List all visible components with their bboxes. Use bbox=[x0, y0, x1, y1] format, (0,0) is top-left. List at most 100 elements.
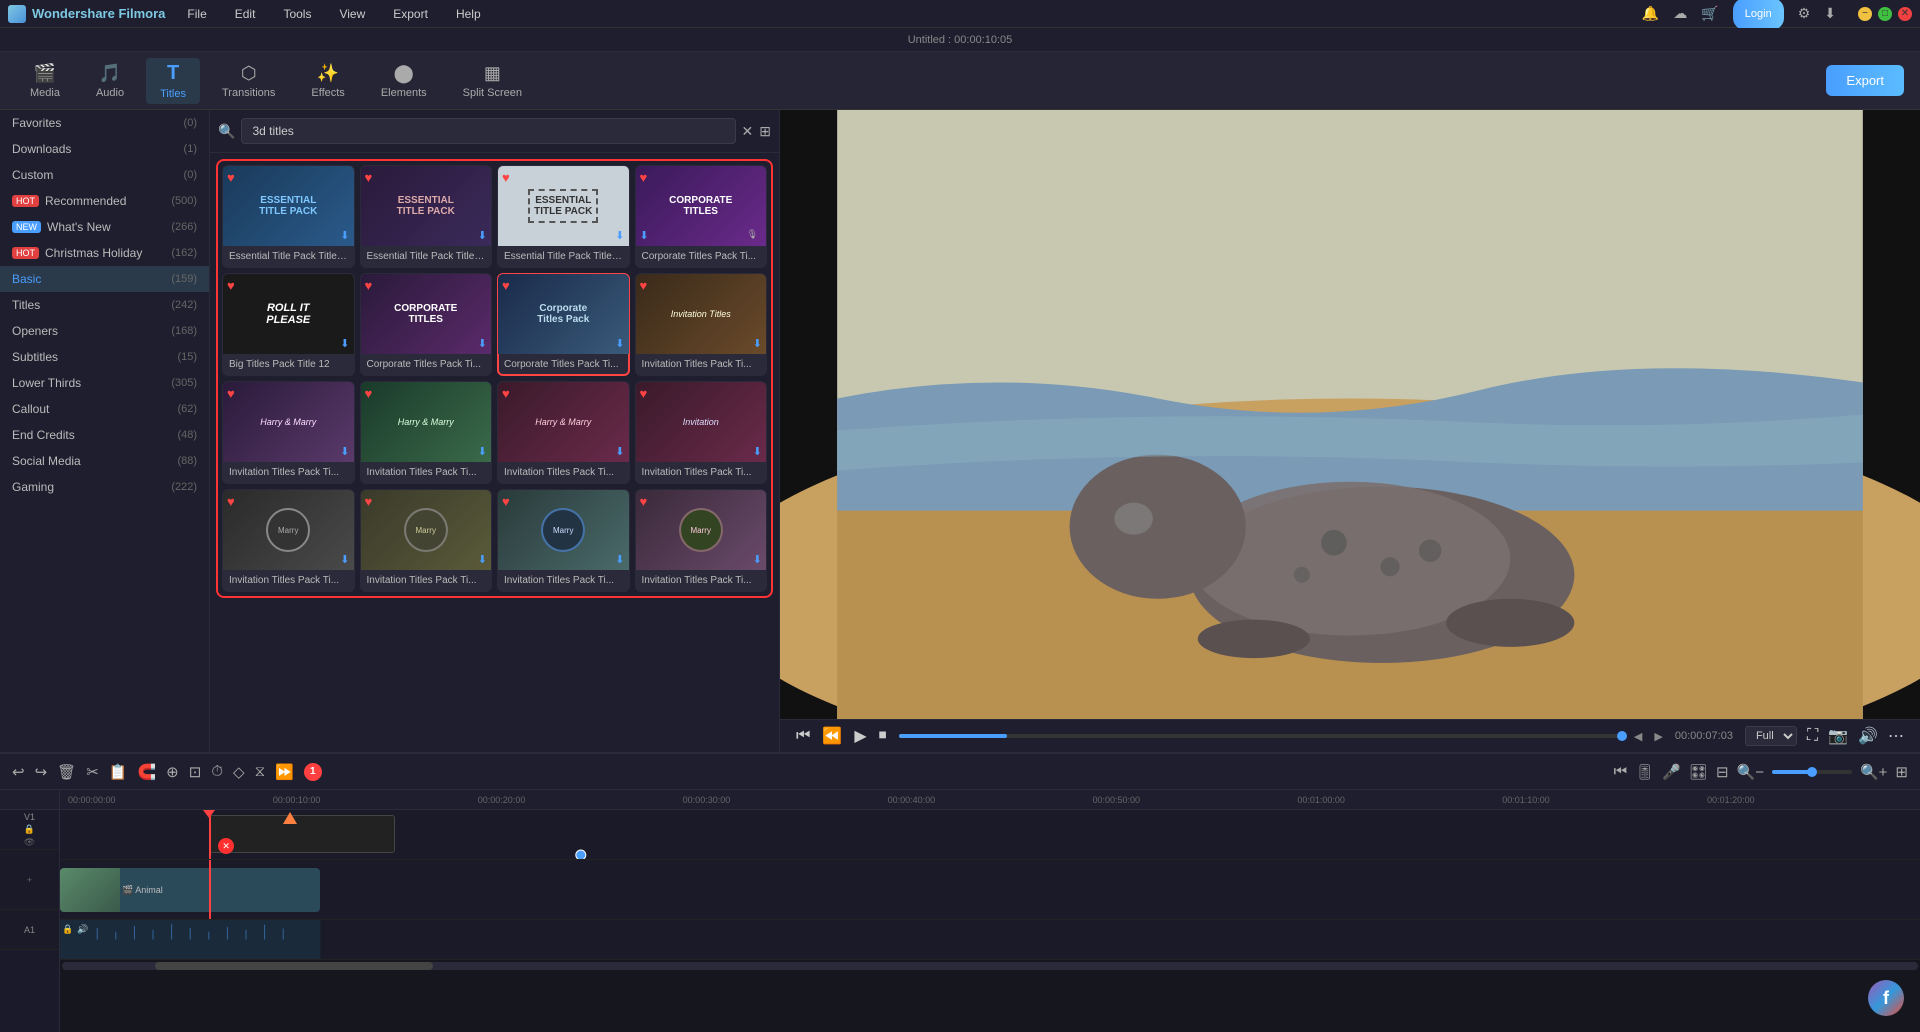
tab-transitions[interactable]: ⬡ Transitions bbox=[208, 59, 289, 103]
timeline-scrollbar[interactable] bbox=[62, 962, 1918, 970]
timer-button[interactable]: ⏱ bbox=[211, 763, 223, 780]
heart-icon-15[interactable]: ♥ bbox=[502, 494, 510, 509]
cart-icon[interactable]: 🛒 bbox=[1701, 5, 1718, 22]
fit-button[interactable]: ⊞ bbox=[1895, 763, 1908, 781]
eye-icon[interactable]: 👁 bbox=[24, 837, 35, 848]
split-view[interactable]: ⊟ bbox=[1716, 763, 1729, 781]
keyframe-button[interactable]: ◇ bbox=[233, 763, 245, 781]
minimize-button[interactable]: − bbox=[1858, 7, 1872, 21]
title-card-invitation4[interactable]: ♥ Harry & Marry ⬇ Invitation Titles Pack… bbox=[497, 381, 630, 484]
track-add-icon[interactable]: + bbox=[27, 875, 32, 885]
audio-meter[interactable]: 🎚 bbox=[1635, 763, 1654, 781]
title-card-corporate1[interactable]: ♥ CORPORATETITLES 🎙 ⬇ Corporate Titles P… bbox=[635, 165, 768, 268]
sidebar-item-custom[interactable]: Custom (0) bbox=[0, 162, 209, 188]
export-button[interactable]: Export bbox=[1826, 65, 1904, 96]
title-card-invitation3[interactable]: ♥ Harry & Marry ⬇ Invitation Titles Pack… bbox=[360, 381, 493, 484]
sidebar-item-basic[interactable]: Basic (159) bbox=[0, 266, 209, 292]
play-button[interactable]: ▶ bbox=[854, 726, 866, 746]
jump-to-start[interactable]: ⏮ bbox=[1614, 763, 1628, 780]
audio-vol-icon[interactable]: 🔊 bbox=[77, 924, 88, 935]
title-card-invitation2[interactable]: ♥ Harry & Marry ⬇ Invitation Titles Pack… bbox=[222, 381, 355, 484]
lock-icon[interactable]: 🔒 bbox=[24, 824, 35, 835]
more-options-icon[interactable]: ⋯ bbox=[1888, 726, 1904, 746]
title-card-essential2[interactable]: ♥ ESSENTIALTITLE PACK ⬇ Essential Title … bbox=[360, 165, 493, 268]
volume-icon[interactable]: 🔊 bbox=[1858, 726, 1878, 746]
menu-view[interactable]: View bbox=[333, 5, 371, 23]
time-arrows-right[interactable]: ▶ bbox=[1654, 730, 1662, 743]
settings-icon[interactable]: ⚙ bbox=[1798, 5, 1811, 22]
heart-icon-11[interactable]: ♥ bbox=[502, 386, 510, 401]
undo-button[interactable]: ↩ bbox=[12, 763, 25, 781]
heart-icon-9[interactable]: ♥ bbox=[227, 386, 235, 401]
title-card-invitation1[interactable]: ♥ Invitation Titles ⬇ Invitation Titles … bbox=[635, 273, 768, 376]
heart-icon-1[interactable]: ♥ bbox=[227, 170, 235, 185]
quality-select[interactable]: Full 1/2 1/4 bbox=[1745, 726, 1797, 746]
stop-button[interactable]: ⏹ bbox=[879, 727, 887, 745]
cloud-icon[interactable]: ☁ bbox=[1673, 5, 1687, 22]
heart-icon-6[interactable]: ♥ bbox=[365, 278, 373, 293]
title-card-circle4[interactable]: ♥ Marry ⬇ Invitation Titles Pack Ti... bbox=[635, 489, 768, 592]
sidebar-item-favorites[interactable]: Favorites (0) bbox=[0, 110, 209, 136]
sidebar-item-openers[interactable]: Openers (168) bbox=[0, 318, 209, 344]
search-input[interactable] bbox=[241, 118, 735, 144]
tab-split-screen[interactable]: ▦ Split Screen bbox=[449, 59, 536, 103]
time-arrows-left[interactable]: ◀ bbox=[1634, 730, 1642, 743]
video-clip-animal[interactable]: 🎬 Animal bbox=[60, 868, 320, 912]
tab-elements[interactable]: ⬤ Elements bbox=[367, 59, 441, 103]
magnet-button[interactable]: 🧲 bbox=[137, 763, 156, 781]
tab-effects[interactable]: ✨ Effects bbox=[297, 59, 358, 103]
title-card-corporate2[interactable]: ♥ CORPORATETITLES ⬇ Corporate Titles Pac… bbox=[360, 273, 493, 376]
heart-icon-10[interactable]: ♥ bbox=[365, 386, 373, 401]
split-button[interactable]: ⧖ bbox=[255, 763, 266, 780]
menu-file[interactable]: File bbox=[181, 5, 212, 23]
heart-icon-13[interactable]: ♥ bbox=[227, 494, 235, 509]
title-clip[interactable] bbox=[209, 815, 395, 853]
title-card-big-titles[interactable]: ♥ ROLL ITPLEASE ⬇ Big Titles Pack Title … bbox=[222, 273, 355, 376]
heart-icon-8[interactable]: ♥ bbox=[640, 278, 648, 293]
maximize-button[interactable]: □ bbox=[1878, 7, 1892, 21]
redo-button[interactable]: ↪ bbox=[35, 763, 48, 781]
mic-icon[interactable]: 🎤 bbox=[1662, 763, 1681, 781]
menu-help[interactable]: Help bbox=[450, 5, 487, 23]
title-card-essential3[interactable]: ♥ ESSENTIALTITLE PACK ⬇ Essential Title … bbox=[497, 165, 630, 268]
audio-lock-icon[interactable]: 🔒 bbox=[62, 924, 73, 935]
title-card-essential1[interactable]: ♥ ESSENTIALTITLE PACK ⬇ Essential Title … bbox=[222, 165, 355, 268]
grid-view-icon[interactable]: ⊞ bbox=[759, 123, 771, 140]
sidebar-item-subtitles[interactable]: Subtitles (15) bbox=[0, 344, 209, 370]
sidebar-item-christmas[interactable]: HOT Christmas Holiday (162) bbox=[0, 240, 209, 266]
search-icon[interactable]: 🔍 bbox=[218, 123, 235, 140]
heart-icon-5[interactable]: ♥ bbox=[227, 278, 235, 293]
zoom-slider[interactable] bbox=[1772, 770, 1852, 774]
tab-titles[interactable]: T Titles bbox=[146, 58, 200, 104]
menu-tools[interactable]: Tools bbox=[277, 5, 317, 23]
step-back-button[interactable]: ⏪ bbox=[822, 726, 842, 746]
sidebar-item-social-media[interactable]: Social Media (88) bbox=[0, 448, 209, 474]
sidebar-item-end-credits[interactable]: End Credits (48) bbox=[0, 422, 209, 448]
download-icon[interactable]: ⬇ bbox=[1824, 5, 1836, 22]
title-card-circle3[interactable]: ♥ Marry ⬇ Invitation Titles Pack Ti... bbox=[497, 489, 630, 592]
zoom-in-icon[interactable]: 🔍+ bbox=[1860, 763, 1887, 781]
notification-icon[interactable]: 🔔 bbox=[1642, 5, 1659, 22]
heart-icon-7[interactable]: ♥ bbox=[502, 278, 510, 293]
copy-button[interactable]: 📋 bbox=[109, 763, 128, 781]
heart-icon-14[interactable]: ♥ bbox=[365, 494, 373, 509]
tab-audio[interactable]: 🎵 Audio bbox=[82, 59, 138, 103]
progress-bar[interactable] bbox=[899, 734, 1622, 738]
skip-back-button[interactable]: ⏮ bbox=[796, 727, 810, 745]
fullscreen-icon[interactable]: ⛶ bbox=[1807, 727, 1818, 745]
title-card-invitation5[interactable]: ♥ Invitation ⬇ Invitation Titles Pack Ti… bbox=[635, 381, 768, 484]
sidebar-item-titles[interactable]: Titles (242) bbox=[0, 292, 209, 318]
zoom-out-icon[interactable]: 🔍− bbox=[1737, 763, 1764, 781]
audio-eq[interactable]: 🎛 bbox=[1689, 763, 1708, 781]
tab-media[interactable]: 🎬 Media bbox=[16, 59, 74, 103]
sidebar-item-whats-new[interactable]: NEW What's New (266) bbox=[0, 214, 209, 240]
heart-icon-4[interactable]: ♥ bbox=[640, 170, 648, 185]
sidebar-item-downloads[interactable]: Downloads (1) bbox=[0, 136, 209, 162]
menu-edit[interactable]: Edit bbox=[229, 5, 262, 23]
sidebar-item-callout[interactable]: Callout (62) bbox=[0, 396, 209, 422]
cut-button[interactable]: ✂ bbox=[86, 763, 99, 781]
heart-icon-3[interactable]: ♥ bbox=[502, 170, 510, 185]
heart-icon-16[interactable]: ♥ bbox=[640, 494, 648, 509]
clear-search-icon[interactable]: ✕ bbox=[742, 123, 754, 140]
speed-button[interactable]: ⏩ bbox=[275, 763, 294, 781]
